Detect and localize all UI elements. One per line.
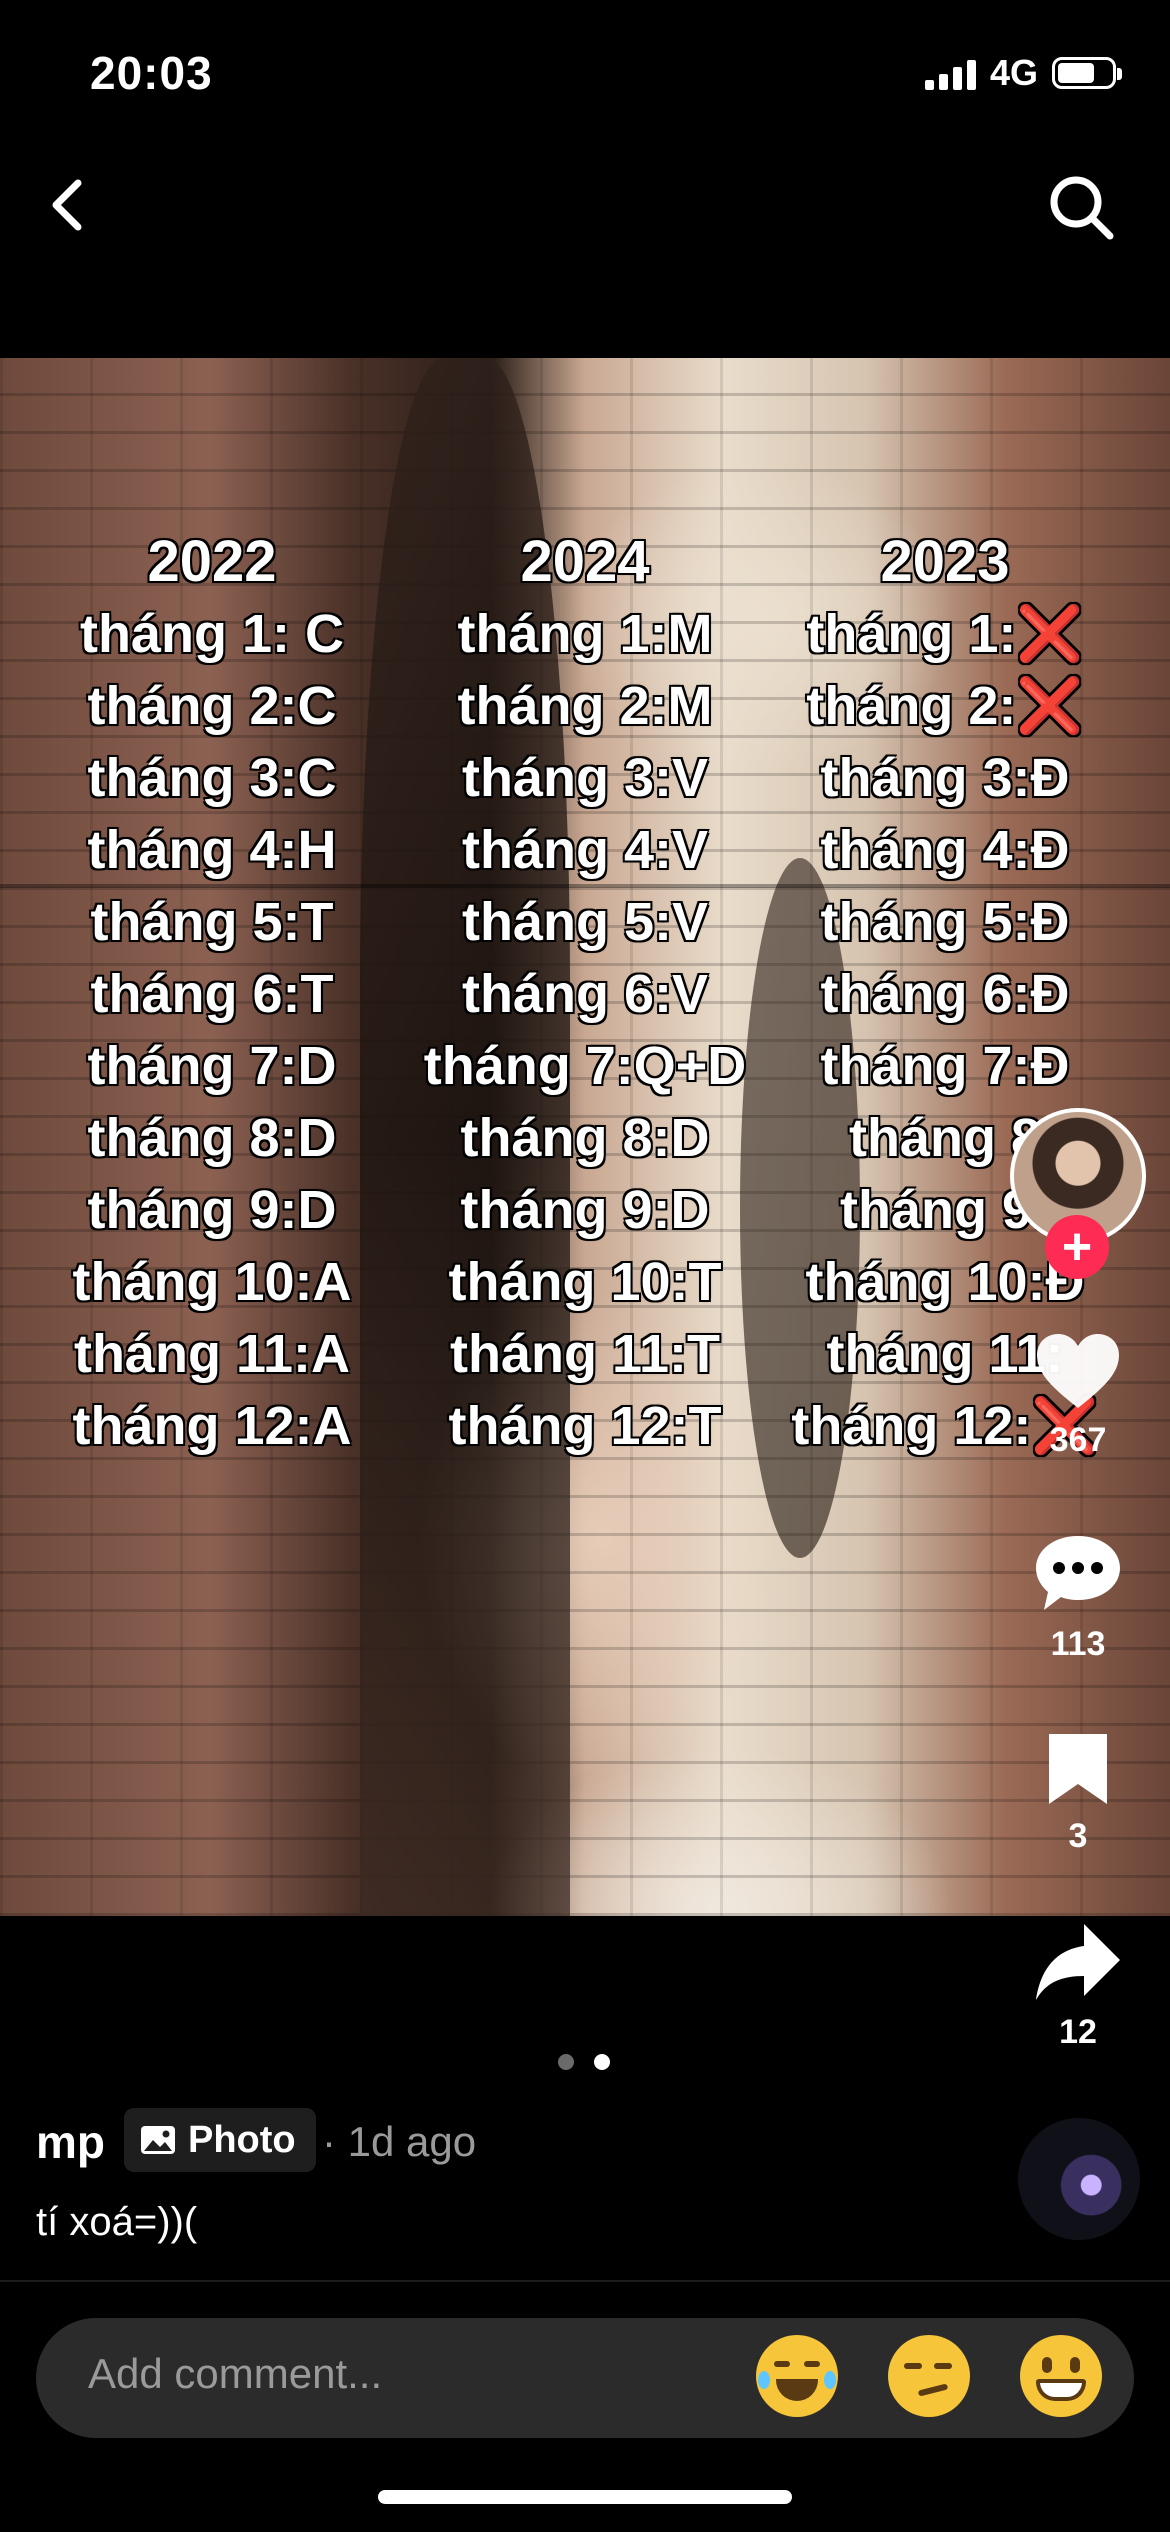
post-caption: tí xoá=))(: [36, 2200, 198, 2244]
month-line: tháng 5:T: [90, 892, 334, 952]
photo-badge-label: Photo: [188, 2118, 296, 2161]
month-line: tháng 10:A: [72, 1252, 352, 1312]
month-line: tháng 6:Đ: [820, 964, 1070, 1024]
username[interactable]: mp: [36, 2115, 105, 2169]
month-line: tháng 4:H: [87, 820, 337, 880]
month-line: tháng 2:C: [87, 676, 337, 736]
month-line: tháng 10:T: [448, 1252, 722, 1312]
status-indicators: 4G: [924, 52, 1122, 94]
month-line: tháng 4:V: [461, 820, 708, 880]
photo-type-badge: Photo: [124, 2108, 316, 2172]
smirking-face-icon[interactable]: [888, 2335, 970, 2417]
month-line: tháng 1:M: [457, 604, 713, 664]
pager-dot-2-active[interactable]: [594, 2054, 610, 2070]
bookmark-icon: [1049, 1734, 1107, 1804]
image-icon: [141, 2126, 175, 2154]
save-button[interactable]: 3: [1013, 1728, 1143, 1856]
status-time: 20:03: [90, 47, 213, 99]
month-line: tháng 2:❌: [806, 676, 1084, 736]
month-line: tháng 1:❌: [806, 604, 1084, 664]
month-line: tháng 12:A: [72, 1396, 352, 1456]
share-button[interactable]: 12: [1013, 1920, 1143, 2052]
month-line: tháng 7:Q+D: [423, 1036, 747, 1096]
month-line: tháng 3:V: [461, 748, 708, 808]
battery-icon: [1052, 57, 1122, 89]
month-line: tháng 9:D: [87, 1180, 337, 1240]
month-line: tháng 11:A: [73, 1324, 351, 1384]
search-icon: [1050, 176, 1114, 240]
comment-bubble-icon: [1036, 1536, 1120, 1610]
column-year: 2022: [147, 529, 277, 594]
month-line: tháng 8:D: [460, 1108, 710, 1168]
post-photo[interactable]: 2022 tháng 1: C tháng 2:C tháng 3:C thán…: [0, 358, 1170, 1916]
column-year: 2024: [520, 529, 650, 594]
month-line: tháng 9:D: [460, 1180, 710, 1240]
column-year: 2023: [880, 529, 1010, 594]
like-button[interactable]: 367: [1013, 1330, 1143, 1460]
search-button[interactable]: [1046, 172, 1116, 242]
face-with-tears-of-joy-icon[interactable]: [756, 2335, 838, 2417]
month-line: tháng 2:M: [457, 676, 713, 736]
share-arrow-icon: [1036, 1924, 1120, 2000]
year-column-2024: 2024 tháng 1:M tháng 2:M tháng 3:V tháng…: [395, 526, 775, 1462]
year-column-2022: 2022 tháng 1: C tháng 2:C tháng 3:C thán…: [22, 526, 402, 1462]
month-line: tháng 5:V: [461, 892, 708, 952]
month-line: tháng 11:T: [449, 1324, 721, 1384]
month-line: tháng 4:Đ: [820, 820, 1070, 880]
year-column-2023: 2023 tháng 1:❌ tháng 2:❌ tháng 3:Đ tháng…: [755, 526, 1135, 1462]
month-line: tháng 1: C: [80, 604, 344, 664]
month-line: tháng 7:D: [87, 1036, 337, 1096]
back-button[interactable]: [40, 175, 100, 235]
month-line: tháng 7:Đ: [820, 1036, 1070, 1096]
like-count: 367: [1049, 1421, 1107, 1459]
month-line: tháng 3:C: [87, 748, 337, 808]
month-line: tháng 6:V: [461, 964, 708, 1024]
pager-dot-1[interactable]: [558, 2054, 574, 2070]
month-line: tháng 12:T: [448, 1396, 722, 1456]
follow-button[interactable]: +: [1045, 1215, 1109, 1279]
post-time: · 1d ago: [322, 2118, 477, 2165]
divider: [0, 2280, 1170, 2282]
month-line: tháng 8:D: [87, 1108, 337, 1168]
comment-placeholder: Add comment...: [88, 2350, 383, 2397]
grinning-face-icon[interactable]: [1020, 2335, 1102, 2417]
month-line: tháng 5:Đ: [820, 892, 1070, 952]
comment-button[interactable]: 113: [1013, 1530, 1143, 1664]
month-line: tháng 3:Đ: [820, 748, 1070, 808]
month-line: tháng 6:T: [90, 964, 334, 1024]
save-count: 3: [1068, 1817, 1088, 1855]
heart-icon: [1037, 1334, 1119, 1408]
chevron-left-icon: [52, 179, 82, 231]
signal-icon: [924, 56, 976, 90]
music-disc[interactable]: [1018, 2118, 1140, 2240]
comment-count: 113: [1050, 1625, 1106, 1663]
share-count: 12: [1059, 2013, 1097, 2051]
network-type: 4G: [989, 52, 1038, 93]
home-indicator: [378, 2490, 792, 2504]
